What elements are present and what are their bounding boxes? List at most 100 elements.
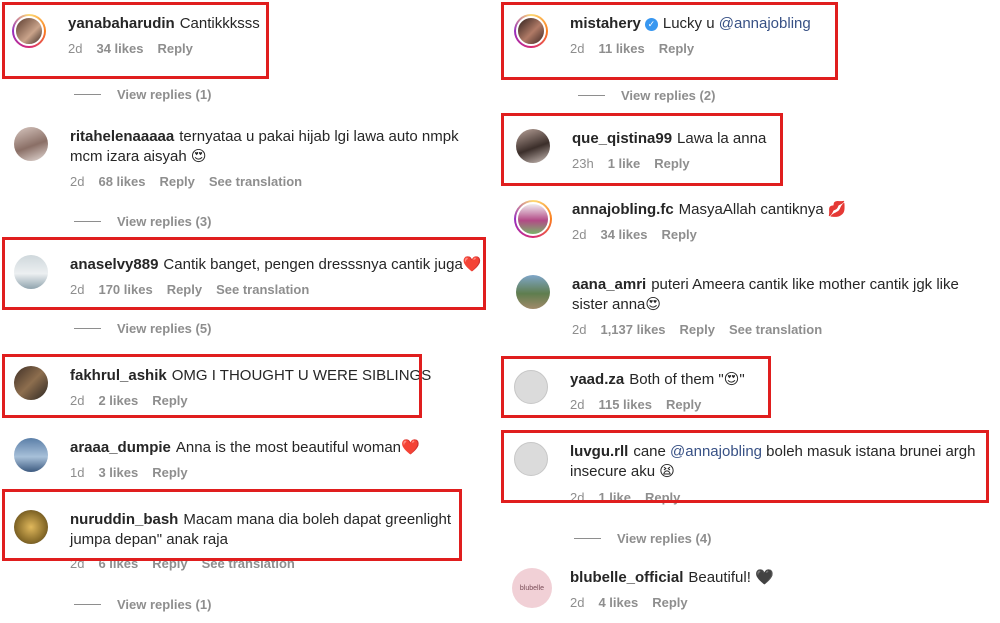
username[interactable]: fakhrul_ashik (70, 367, 167, 384)
comment-text-line2: sister anna (572, 296, 646, 313)
timestamp: 2d (572, 322, 587, 337)
username[interactable]: aana_amri (572, 276, 646, 293)
view-replies-label: View replies (1) (117, 87, 212, 102)
comment-text: Cantik banget, pengen dresssnya cantik j… (163, 256, 463, 273)
timestamp: 2d (68, 41, 83, 56)
likes-count[interactable]: 115 likes (598, 397, 652, 412)
timestamp: 2d (70, 174, 85, 189)
username[interactable]: luvgu.rll (570, 443, 628, 460)
timestamp: 2d (70, 393, 85, 408)
username[interactable]: yaad.za (570, 371, 624, 388)
comment-luvgu-rll: luvgu.rll cane @annajobling boleh masuk i… (514, 442, 975, 505)
username[interactable]: anaselvy889 (70, 256, 158, 273)
reply-button[interactable]: Reply (645, 490, 680, 505)
view-replies-button[interactable]: View replies (1) (74, 87, 211, 102)
likes-count[interactable]: 34 likes (96, 41, 143, 56)
comment-text: Lawa la anna (677, 130, 767, 147)
reply-button[interactable]: Reply (159, 174, 194, 189)
divider (574, 538, 601, 539)
view-replies-button[interactable]: View replies (1) (74, 597, 211, 612)
view-replies-button[interactable]: View replies (2) (578, 88, 715, 103)
view-replies-button[interactable]: View replies (4) (574, 531, 711, 546)
see-translation-button[interactable]: See translation (729, 322, 822, 337)
avatar[interactable] (514, 14, 548, 48)
likes-count[interactable]: 4 likes (598, 595, 638, 610)
reply-button[interactable]: Reply (659, 41, 694, 56)
comment-text: MasyaAllah cantiknya (678, 201, 824, 218)
avatar[interactable] (516, 275, 550, 309)
avatar[interactable] (516, 129, 550, 163)
see-translation-button[interactable]: See translation (216, 282, 309, 297)
view-replies-label: View replies (1) (117, 597, 212, 612)
divider (578, 95, 605, 96)
likes-count[interactable]: 1 like (598, 490, 631, 505)
see-translation-button[interactable]: See translation (209, 174, 302, 189)
likes-count[interactable]: 6 likes (98, 556, 138, 571)
red-heart-emoji: ❤️ (462, 256, 482, 273)
view-replies-label: View replies (3) (117, 214, 212, 229)
avatar[interactable] (14, 438, 48, 472)
mention-link[interactable]: @annajobling (719, 15, 811, 32)
avatar[interactable] (14, 366, 48, 400)
timestamp: 2d (570, 41, 585, 56)
avatar[interactable]: blubelle (512, 568, 552, 608)
comment-aana-amri: aana_amri puteri Ameera cantik like mothe… (516, 275, 959, 337)
comment-text: ternyataa u pakai hijab lgi lawa auto nm… (179, 128, 459, 145)
comment-text-line2: mcm izara aisyah (70, 148, 187, 165)
reply-button[interactable]: Reply (152, 393, 187, 408)
reply-button[interactable]: Reply (652, 595, 687, 610)
comment-text: Anna is the most beautiful woman (175, 439, 402, 456)
username[interactable]: que_qistina99 (572, 130, 672, 147)
username[interactable]: yanabaharudin (68, 15, 175, 32)
avatar[interactable] (12, 14, 46, 48)
view-replies-label: View replies (5) (117, 321, 212, 336)
avatar[interactable] (514, 370, 548, 404)
reply-button[interactable]: Reply (666, 397, 701, 412)
reply-button[interactable]: Reply (152, 465, 187, 480)
username[interactable]: blubelle_official (570, 569, 683, 586)
heart-eyes-emoji: 😍 (645, 296, 662, 313)
timestamp: 2d (70, 556, 85, 571)
view-replies-button[interactable]: View replies (3) (74, 214, 211, 229)
reply-button[interactable]: Reply (680, 322, 715, 337)
timestamp: 2d (70, 282, 85, 297)
username[interactable]: ritahelenaaaaa (70, 128, 174, 145)
see-translation-button[interactable]: See translation (202, 556, 295, 571)
mention-link[interactable]: @annajobling (670, 443, 762, 460)
comment-text: OMG I THOUGHT U WERE SIBLINGS (171, 367, 432, 384)
avatar[interactable] (14, 255, 48, 289)
likes-count[interactable]: 3 likes (98, 465, 138, 480)
likes-count[interactable]: 11 likes (598, 41, 644, 56)
comment-text: cane (633, 443, 671, 460)
view-replies-button[interactable]: View replies (5) (74, 321, 211, 336)
username[interactable]: nuruddin_bash (70, 511, 178, 528)
comment-fakhrul-ashik: fakhrul_ashik OMG I THOUGHT U WERE SIBLIN… (14, 366, 431, 408)
view-replies-label: View replies (4) (617, 531, 712, 546)
divider (74, 94, 101, 95)
divider (74, 328, 101, 329)
likes-count[interactable]: 1 like (608, 156, 641, 171)
timestamp: 23h (572, 156, 594, 171)
reply-button[interactable]: Reply (167, 282, 202, 297)
heart-eyes-emoji: 😍 (190, 148, 207, 165)
likes-count[interactable]: 34 likes (600, 227, 647, 242)
likes-count[interactable]: 68 likes (98, 174, 145, 189)
avatar[interactable] (514, 442, 548, 476)
reply-button[interactable]: Reply (661, 227, 696, 242)
avatar[interactable] (14, 127, 48, 161)
avatar[interactable] (514, 200, 552, 238)
comment-text-line2: insecure aku (570, 463, 656, 480)
avatar[interactable] (14, 510, 48, 544)
comment-annajobling-fc: annajobling.fc MasyaAllah cantiknya 💋 2d 3… (514, 200, 847, 242)
timestamp: 2d (570, 490, 585, 505)
reply-button[interactable]: Reply (157, 41, 192, 56)
likes-count[interactable]: 2 likes (98, 393, 138, 408)
likes-count[interactable]: 170 likes (98, 282, 152, 297)
reply-button[interactable]: Reply (654, 156, 689, 171)
username[interactable]: araaa_dumpie (70, 439, 171, 456)
likes-count[interactable]: 1,137 likes (600, 322, 665, 337)
username[interactable]: mistahery (570, 15, 641, 32)
comment-text: puteri Ameera cantik like mother cantik … (651, 276, 959, 293)
username[interactable]: annajobling.fc (572, 201, 674, 218)
reply-button[interactable]: Reply (152, 556, 187, 571)
